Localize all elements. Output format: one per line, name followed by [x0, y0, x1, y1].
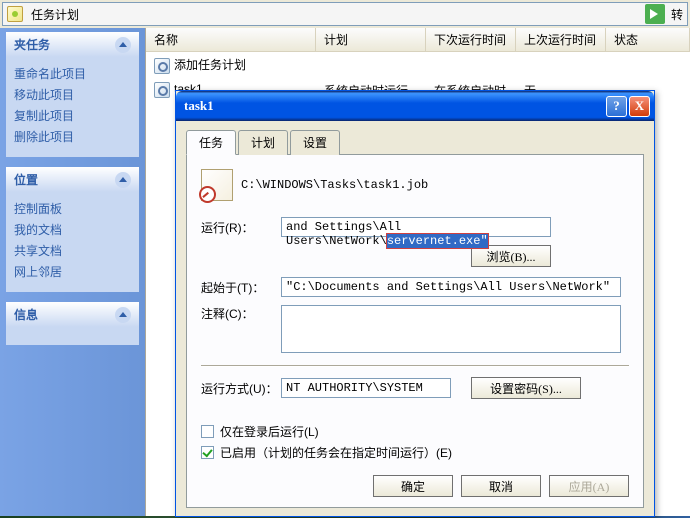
chevron-up-icon[interactable] [115, 172, 131, 188]
side-title: 夹任务 [14, 36, 50, 53]
task-properties-dialog: task1 ? X 任务 计划 设置 C:\WINDOWS\Tasks\task… [175, 90, 655, 517]
only-login-checkbox[interactable] [201, 425, 214, 438]
side-title: 位置 [14, 171, 38, 188]
sidebar-item-delete[interactable]: 删除此项目 [14, 126, 131, 147]
startin-input[interactable] [281, 277, 621, 297]
go-button[interactable] [645, 4, 665, 24]
startin-label: 起始于(T)： [201, 279, 281, 296]
side-panel: 夹任务 重命名此项目 移动此项目 复制此项目 删除此项目 位置 控制面板 我的文… [0, 28, 145, 516]
col-next[interactable]: 下次运行时间 [426, 28, 516, 51]
task-icon [154, 82, 170, 98]
enabled-checkbox[interactable] [201, 446, 214, 459]
col-state[interactable]: 状态 [606, 28, 690, 51]
run-value-prefix: and Settings\All Users\NetWork\ [286, 220, 401, 248]
comment-label: 注释(C)： [201, 305, 281, 322]
run-label: 运行(R)： [201, 219, 281, 236]
side-header-info[interactable]: 信息 [6, 302, 139, 327]
comment-input[interactable] [281, 305, 621, 353]
tab-strip: 任务 计划 设置 [186, 129, 644, 155]
tab-task[interactable]: 任务 [186, 130, 236, 155]
enabled-label: 已启用（计划的任务会在指定时间运行）(E) [220, 444, 452, 461]
dialog-title: task1 [184, 98, 604, 114]
side-group-info: 信息 [6, 302, 139, 345]
list-item-add[interactable]: 添加任务计划 [146, 52, 690, 78]
sidebar-item-copy[interactable]: 复制此项目 [14, 105, 131, 126]
sidebar-item-network[interactable]: 网上邻居 [14, 261, 131, 282]
side-title: 信息 [14, 306, 38, 323]
help-button[interactable]: ? [606, 96, 627, 117]
sidebar-item-move[interactable]: 移动此项目 [14, 84, 131, 105]
col-name[interactable]: 名称 [146, 28, 316, 51]
apply-button[interactable]: 应用(A) [549, 475, 629, 497]
col-last[interactable]: 上次运行时间 [516, 28, 606, 51]
browse-button[interactable]: 浏览(B)... [471, 245, 551, 267]
side-group-tasks: 夹任务 重命名此项目 移动此项目 复制此项目 删除此项目 [6, 32, 139, 157]
side-header-tasks[interactable]: 夹任务 [6, 32, 139, 57]
address-text[interactable]: 任务计划 [27, 4, 643, 25]
task-scheduler-icon [7, 6, 23, 22]
cancel-button[interactable]: 取消 [461, 475, 541, 497]
ok-button[interactable]: 确定 [373, 475, 453, 497]
side-group-places: 位置 控制面板 我的文档 共享文档 网上邻居 [6, 167, 139, 292]
chevron-up-icon[interactable] [115, 37, 131, 53]
go-label: 转 [671, 6, 683, 23]
sidebar-item-rename[interactable]: 重命名此项目 [14, 63, 131, 84]
sidebar-item-my-docs[interactable]: 我的文档 [14, 219, 131, 240]
job-path: C:\WINDOWS\Tasks\task1.job [241, 178, 428, 192]
tab-settings[interactable]: 设置 [290, 130, 340, 155]
set-password-button[interactable]: 设置密码(S)... [471, 377, 581, 399]
dialog-titlebar[interactable]: task1 ? X [176, 91, 654, 121]
tab-plan[interactable]: 计划 [238, 130, 288, 155]
job-file-icon [201, 169, 233, 201]
separator [201, 365, 629, 367]
col-plan[interactable]: 计划 [316, 28, 426, 51]
cell-name: 添加任务计划 [174, 58, 246, 72]
tab-pane-task: C:\WINDOWS\Tasks\task1.job 运行(R)： and Se… [186, 155, 644, 508]
close-button[interactable]: X [629, 96, 650, 117]
side-header-places[interactable]: 位置 [6, 167, 139, 192]
runas-input[interactable] [281, 378, 451, 398]
address-bar: 任务计划 转 [2, 2, 688, 26]
run-value-selection: servernet.exe" [387, 234, 488, 248]
sidebar-item-shared-docs[interactable]: 共享文档 [14, 240, 131, 261]
only-login-label: 仅在登录后运行(L) [220, 423, 319, 440]
runas-label: 运行方式(U)： [201, 380, 281, 397]
add-task-icon [154, 58, 170, 74]
column-headers: 名称 计划 下次运行时间 上次运行时间 状态 [146, 28, 690, 52]
run-input[interactable]: and Settings\All Users\NetWork\servernet… [281, 217, 551, 237]
chevron-up-icon[interactable] [115, 307, 131, 323]
sidebar-item-control-panel[interactable]: 控制面板 [14, 198, 131, 219]
